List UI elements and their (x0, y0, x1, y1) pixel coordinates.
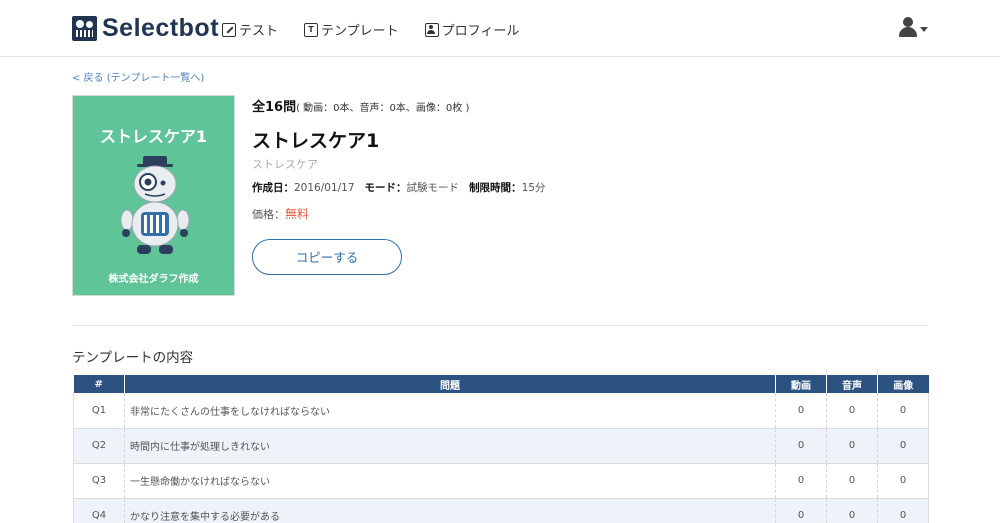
mode-value: 試験モード (406, 182, 460, 194)
cell-question: 時間内に仕事が処理しきれない (124, 428, 776, 464)
cell-audio: 0 (826, 498, 878, 523)
copy-button[interactable]: コピーする (252, 239, 402, 275)
nav-label: プロフィール (441, 24, 520, 39)
user-menu-button[interactable] (899, 17, 931, 39)
cover-credit: 株式会社ダラフ作成 (108, 274, 199, 285)
logo[interactable]: Selectbot (72, 14, 219, 42)
caret-down-icon (920, 27, 928, 32)
nav-label: テンプレート (321, 24, 399, 39)
cell-number: Q1 (73, 393, 125, 429)
price-value: 無料 (285, 207, 310, 221)
cell-video: 0 (775, 393, 827, 429)
table-row[interactable]: Q4 かなり注意を集中する必要がある 0 0 0 (73, 498, 929, 523)
nav-item-template[interactable]: T テンプレート (304, 20, 399, 39)
col-header-audio: 音声 (826, 375, 878, 393)
template-cover-image: ストレスケア1 株式会社ダラフ作成 (72, 95, 235, 296)
created-value: 2016/01/17 (294, 182, 355, 194)
time-limit-label: 制限時間： (469, 182, 522, 194)
price-label: 価格： (252, 208, 285, 221)
logo-text: Selectbot (102, 13, 220, 42)
col-header-image: 画像 (877, 375, 929, 393)
cell-question: かなり注意を集中する必要がある (124, 498, 776, 523)
cell-image: 0 (877, 498, 929, 523)
col-header-video: 動画 (775, 375, 827, 393)
cell-number: Q2 (73, 428, 125, 464)
cell-audio: 0 (826, 463, 878, 499)
main-nav: テスト T テンプレート プロフィール (222, 20, 545, 39)
cell-video: 0 (775, 463, 827, 499)
template-icon: T (304, 22, 319, 37)
question-summary: 全16問( 動画：0本、音声：0本、画像：0枚 ) (252, 96, 469, 115)
nav-label: テスト (239, 24, 279, 39)
cell-question: 一生懸命働かなければならない (124, 463, 776, 499)
template-meta: 作成日：2016/01/17 モード：試験モード 制限時間：15分 (252, 180, 545, 195)
top-navbar: Selectbot テスト T テンプレート プロフィール (0, 0, 1000, 57)
pencil-square-icon (222, 22, 236, 37)
cell-video: 0 (775, 428, 827, 464)
nav-item-profile[interactable]: プロフィール (424, 20, 520, 39)
question-count: 全16問 (252, 100, 297, 115)
section-title: テンプレートの内容 (72, 350, 194, 366)
cell-question: 非常にたくさんの仕事をしなければならない (124, 393, 776, 429)
table-row[interactable]: Q2 時間内に仕事が処理しきれない 0 0 0 (73, 428, 929, 464)
mode-label: モード： (364, 182, 407, 194)
col-header-question: 問題 (124, 375, 776, 393)
cell-number: Q4 (73, 498, 125, 523)
time-limit-value: 15分 (521, 182, 546, 194)
cell-number: Q3 (73, 463, 125, 499)
user-icon-body (899, 27, 917, 37)
cell-audio: 0 (826, 393, 878, 429)
selectbot-logo-icon (72, 15, 97, 41)
cell-video: 0 (775, 498, 827, 523)
created-label: 作成日： (252, 182, 294, 194)
user-icon (903, 17, 913, 27)
robot-mascot-icon (120, 156, 190, 254)
col-header-number: # (73, 375, 125, 393)
template-title: ストレスケア1 (252, 130, 380, 152)
cell-image: 0 (877, 463, 929, 499)
cell-image: 0 (877, 428, 929, 464)
cover-title: ストレスケア1 (99, 127, 208, 146)
nav-item-test[interactable]: テスト (222, 20, 278, 39)
divider (72, 325, 928, 326)
profile-card-icon (424, 22, 439, 37)
cell-image: 0 (877, 393, 929, 429)
back-link[interactable]: < 戻る (テンプレート一覧へ) (72, 69, 204, 84)
price: 価格：無料 (252, 205, 309, 222)
table-header-row: # 問題 動画 音声 画像 (73, 375, 929, 393)
template-subtitle: ストレスケア (252, 158, 318, 171)
cell-audio: 0 (826, 428, 878, 464)
table-row[interactable]: Q3 一生懸命働かなければならない 0 0 0 (73, 463, 929, 499)
media-count: ( 動画：0本、音声：0本、画像：0枚 ) (296, 103, 470, 114)
table-row[interactable]: Q1 非常にたくさんの仕事をしなければならない 0 0 0 (73, 393, 929, 429)
questions-table: # 問題 動画 音声 画像 Q1 非常にたくさんの仕事をしなければならない 0 … (73, 375, 929, 523)
